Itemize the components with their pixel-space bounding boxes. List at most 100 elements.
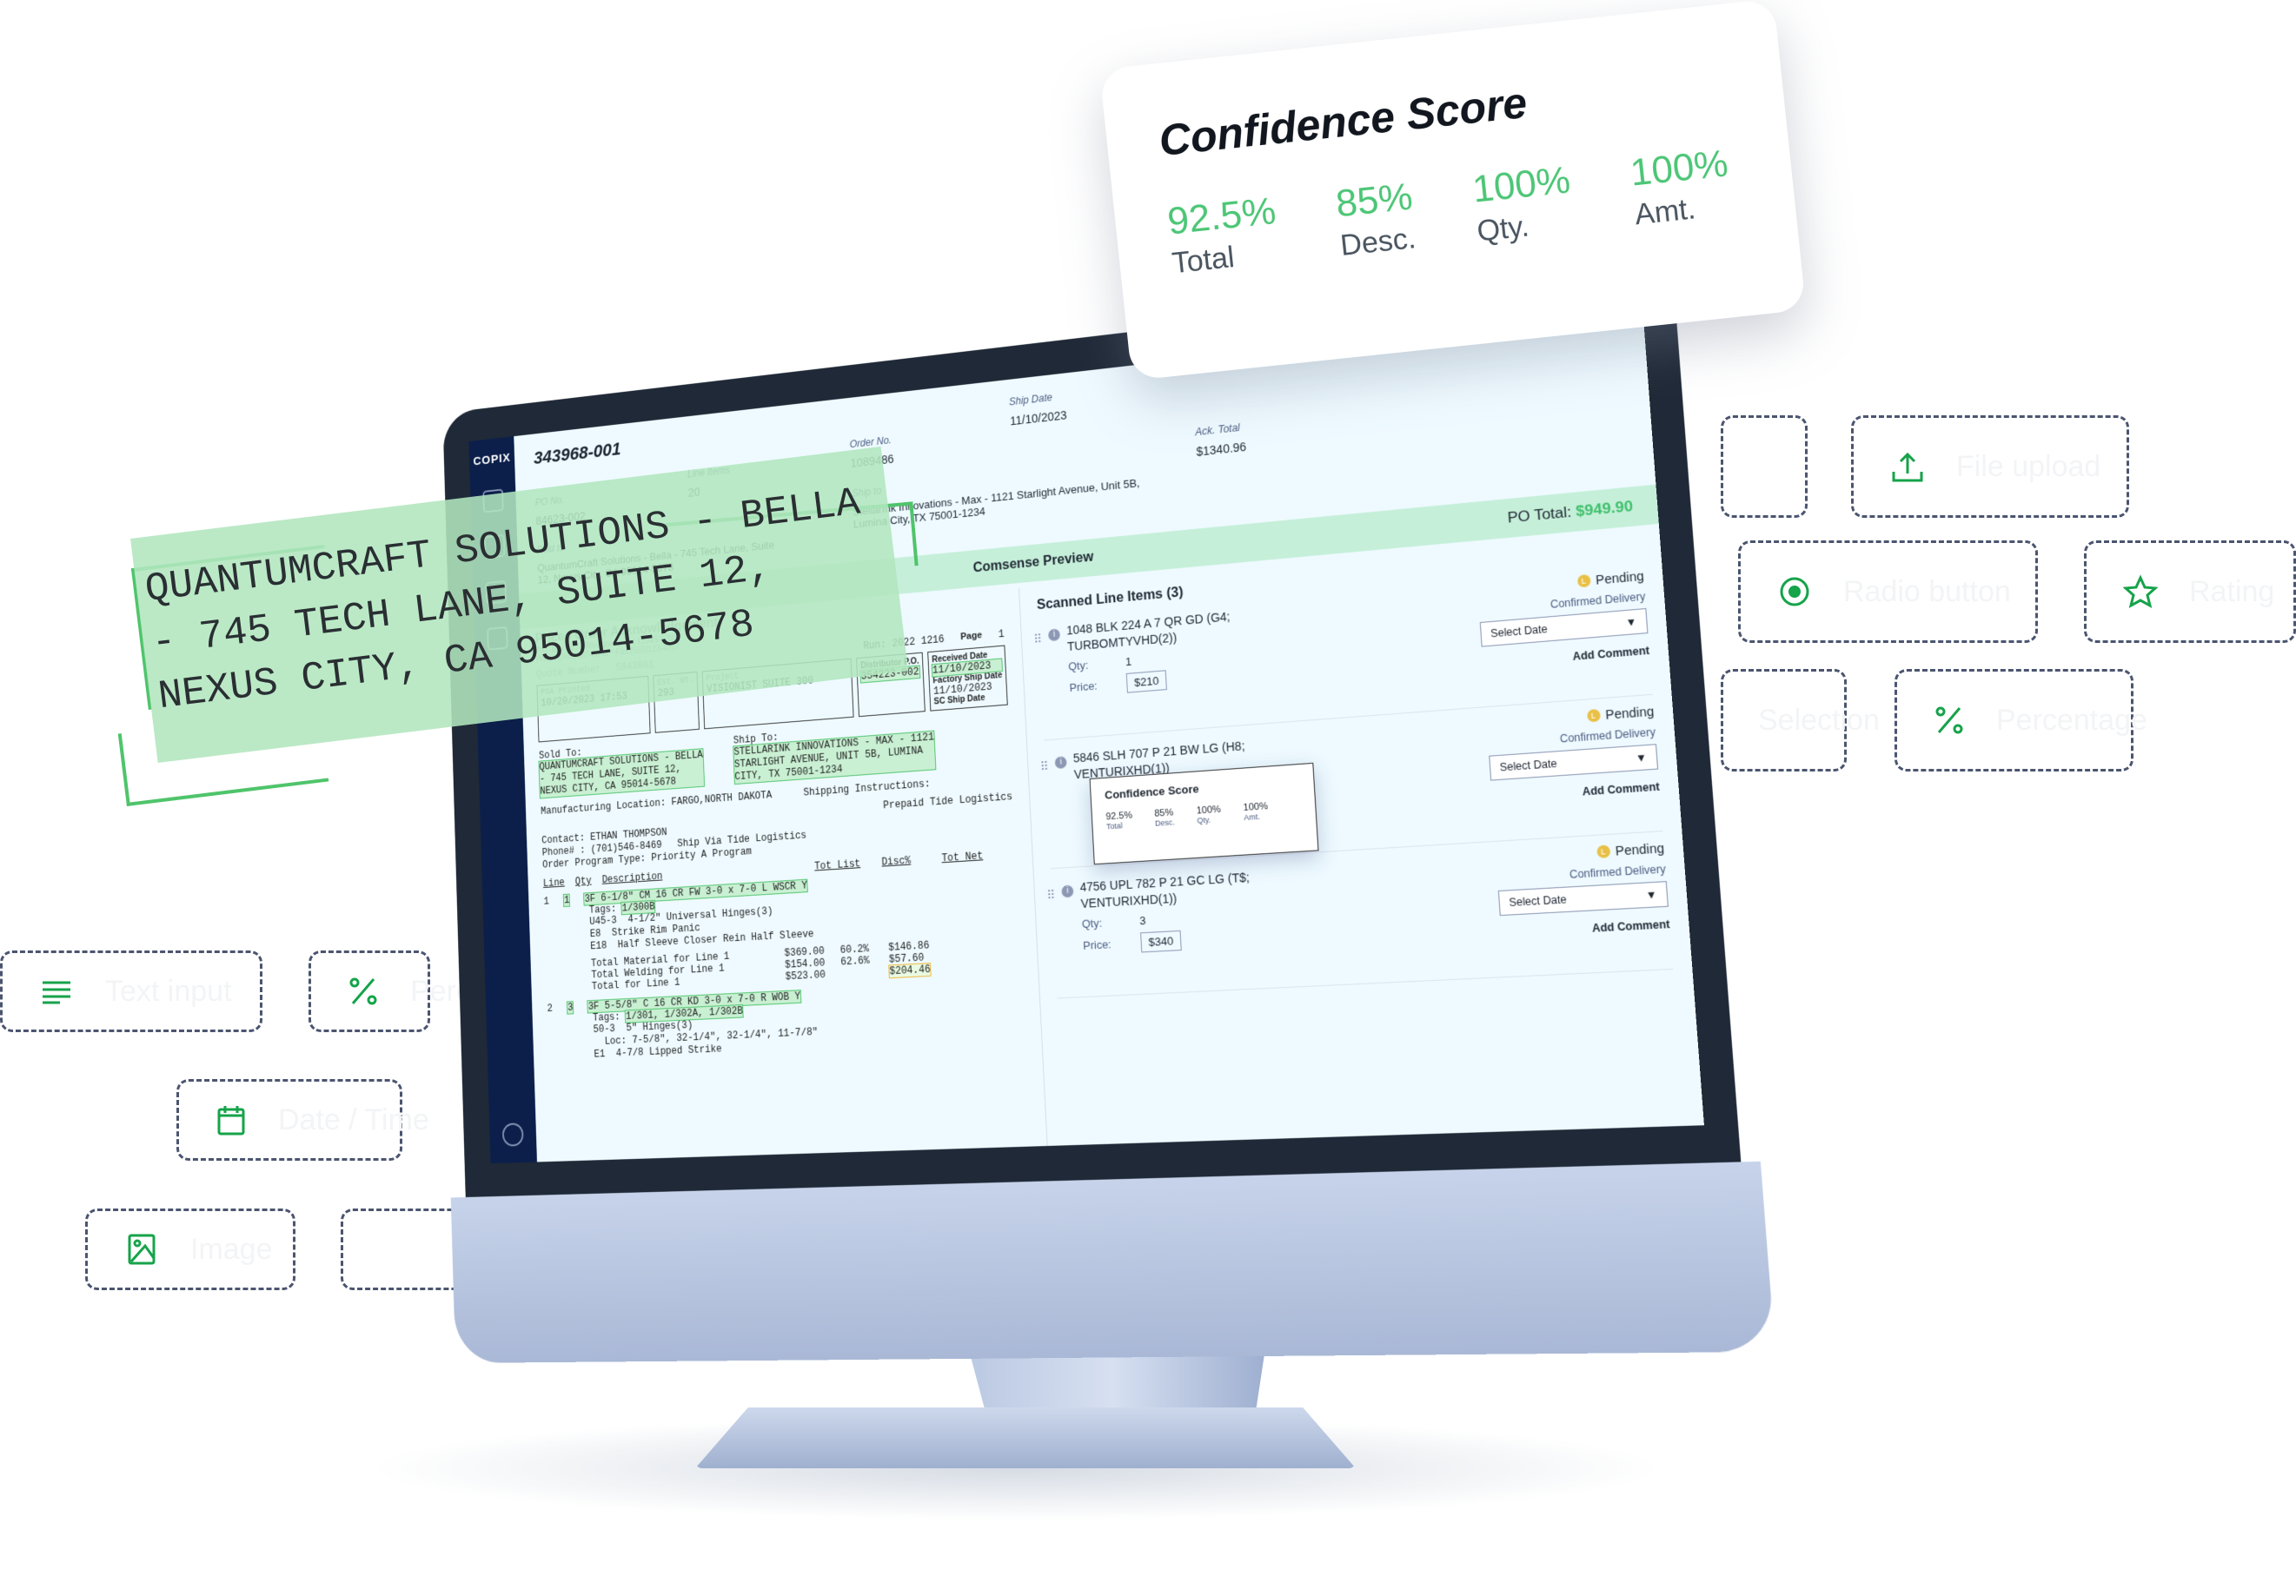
line-number: 2	[547, 1003, 554, 1015]
dates-cell: Received Date 11/10/2023 Factory Ship Da…	[927, 645, 1008, 712]
col-tot-net: Tot Net	[941, 850, 984, 865]
doc-sold-to: Sold To: QUANTUMCRAFT SOLUTIONS - BELLA …	[538, 738, 706, 799]
confidence-score-desc: 85% Desc.	[1334, 175, 1418, 263]
status-text: Pending	[1615, 840, 1665, 858]
select-date-dropdown[interactable]: Select Date ▼	[1497, 881, 1669, 917]
field-box-label: File upload	[1956, 449, 2101, 483]
clock-icon: L	[1586, 708, 1601, 723]
info-icon[interactable]: i	[1054, 756, 1067, 770]
add-comment-button[interactable]: Add Comment	[1501, 917, 1670, 939]
qty-value: 3	[1138, 913, 1146, 928]
shipping-instructions: Shipping Instructions:	[803, 778, 931, 799]
field-box-text-input: Text input	[0, 950, 262, 1032]
score-value: 92.5%	[1165, 189, 1278, 243]
percent-icon	[1932, 701, 1967, 739]
line-number: 1	[543, 895, 550, 908]
monitor-stand-foot	[695, 1407, 1356, 1468]
drag-handle-icon[interactable]: ⠿	[1046, 888, 1056, 903]
ack-total-field: Ack. Total $1340.96	[1194, 421, 1247, 459]
col-disc: Disc%	[881, 854, 912, 869]
score-value: 85%	[1333, 175, 1415, 226]
caret-down-icon: ▼	[1625, 615, 1638, 629]
image-icon	[123, 1230, 161, 1268]
price-input[interactable]: $210	[1125, 670, 1167, 693]
confidence-tooltip: Confidence Score 92.5% Total 85% Desc. 100…	[1089, 762, 1319, 865]
tooltip-score: 100% Amt.	[1243, 801, 1269, 822]
score-label: Desc.	[1154, 818, 1175, 828]
ship-date-field: Ship Date 11/10/2023	[1008, 390, 1067, 428]
preview-title: Comsense Preview	[972, 549, 1094, 576]
po-total-label: PO Total:	[1507, 503, 1572, 526]
total-list: $523.00	[785, 969, 826, 983]
drag-handle-icon[interactable]: ⠿	[1039, 759, 1049, 774]
status-badge: L Pending	[1486, 704, 1655, 731]
score-value: 100%	[1470, 158, 1573, 211]
select-date-dropdown[interactable]: Select Date ▼	[1489, 744, 1659, 781]
add-comment-button[interactable]: Add Comment	[1483, 644, 1649, 670]
monitor: COPIX 343968-001 PO No. 84623-002 Line I…	[330, 217, 1775, 1363]
select-date-text: Select Date	[1490, 622, 1549, 640]
ship-date-label: Ship Date	[1008, 391, 1053, 408]
page-label: Page	[959, 630, 983, 643]
scanned-line-items-panel: Scanned Line Items (3) ⠿ i 1048 BLK 224 …	[1018, 529, 1704, 1147]
field-box-label: Selection	[1758, 703, 1880, 737]
caret-down-icon: ▼	[1645, 888, 1658, 902]
item-description: 4756 UPL 782 P 21 GC LG (T$; VENTURIXHD(…	[1079, 870, 1251, 911]
score-label: Total	[1105, 821, 1123, 831]
user-circle-icon[interactable]	[501, 1122, 524, 1147]
status-badge: L Pending	[1496, 841, 1665, 865]
col-tot-list: Tot List	[813, 858, 861, 873]
main-content: 343968-001 PO No. 84623-002 Line Items 2…	[514, 307, 1704, 1162]
copix-logo: COPIX	[473, 450, 511, 469]
calendar-icon	[214, 1101, 249, 1139]
score-value: 100%	[1196, 804, 1222, 817]
po-total-value: $949.90	[1575, 497, 1634, 520]
col-qty: Qty	[574, 875, 592, 888]
ship-date-value: 11/10/2023	[1009, 407, 1067, 428]
upload-icon	[1888, 447, 1927, 486]
ack-total-value: $1340.96	[1196, 440, 1247, 459]
confidence-score-total: 92.5% Total	[1165, 189, 1282, 281]
select-date-text: Select Date	[1508, 892, 1568, 910]
total-disc	[841, 965, 890, 980]
info-icon[interactable]: i	[1047, 628, 1061, 642]
tooltip-score: 85% Desc.	[1154, 807, 1175, 827]
field-box-label: Percentage	[1996, 703, 2147, 737]
field-box-rating: Rating	[2084, 540, 2296, 643]
app-screen: COPIX 343968-001 PO No. 84623-002 Line I…	[468, 307, 1704, 1164]
drag-handle-icon[interactable]: ⠿	[1033, 632, 1043, 646]
clock-icon: L	[1576, 573, 1591, 588]
field-box-label: Rating	[2189, 574, 2275, 608]
radio-button-icon	[1775, 573, 1814, 611]
field-box-image: Image	[85, 1209, 295, 1290]
ack-total-label: Ack. Total	[1194, 421, 1241, 439]
score-label: Amt.	[1244, 811, 1261, 823]
status-text: Pending	[1595, 568, 1645, 587]
field-box-radio-button: Radio button	[1738, 540, 2038, 643]
field-box-label: Text input	[105, 974, 232, 1008]
page-value: 1	[998, 628, 1005, 641]
field-box-label: Radio button	[1843, 574, 2011, 608]
score-value: 100%	[1243, 801, 1269, 814]
po-total: PO Total: $949.90	[1507, 498, 1634, 527]
field-box-label: Image	[190, 1232, 273, 1266]
score-value: 100%	[1628, 142, 1730, 195]
tooltip-score: 100% Qty.	[1196, 805, 1221, 825]
tooltip-score: 92.5% Total	[1105, 811, 1133, 831]
field-box-file-upload: File upload	[1851, 415, 2129, 518]
info-icon[interactable]: i	[1061, 884, 1074, 898]
line-qty: 3	[566, 1001, 574, 1015]
score-label: Qty.	[1475, 209, 1531, 248]
score-label: Amt.	[1633, 192, 1697, 232]
monitor-chin	[450, 1161, 1775, 1363]
select-date-text: Select Date	[1499, 757, 1558, 774]
clock-icon: L	[1596, 844, 1610, 859]
score-label: Qty.	[1197, 815, 1211, 825]
text-lines-icon	[37, 972, 76, 1010]
price-label: Price:	[1069, 679, 1098, 694]
add-comment-button[interactable]: Add Comment	[1491, 780, 1660, 804]
price-label: Price:	[1082, 937, 1112, 952]
caret-down-icon: ▼	[1635, 751, 1648, 765]
price-input[interactable]: $340	[1140, 930, 1182, 953]
qty-value: 1	[1125, 654, 1132, 669]
